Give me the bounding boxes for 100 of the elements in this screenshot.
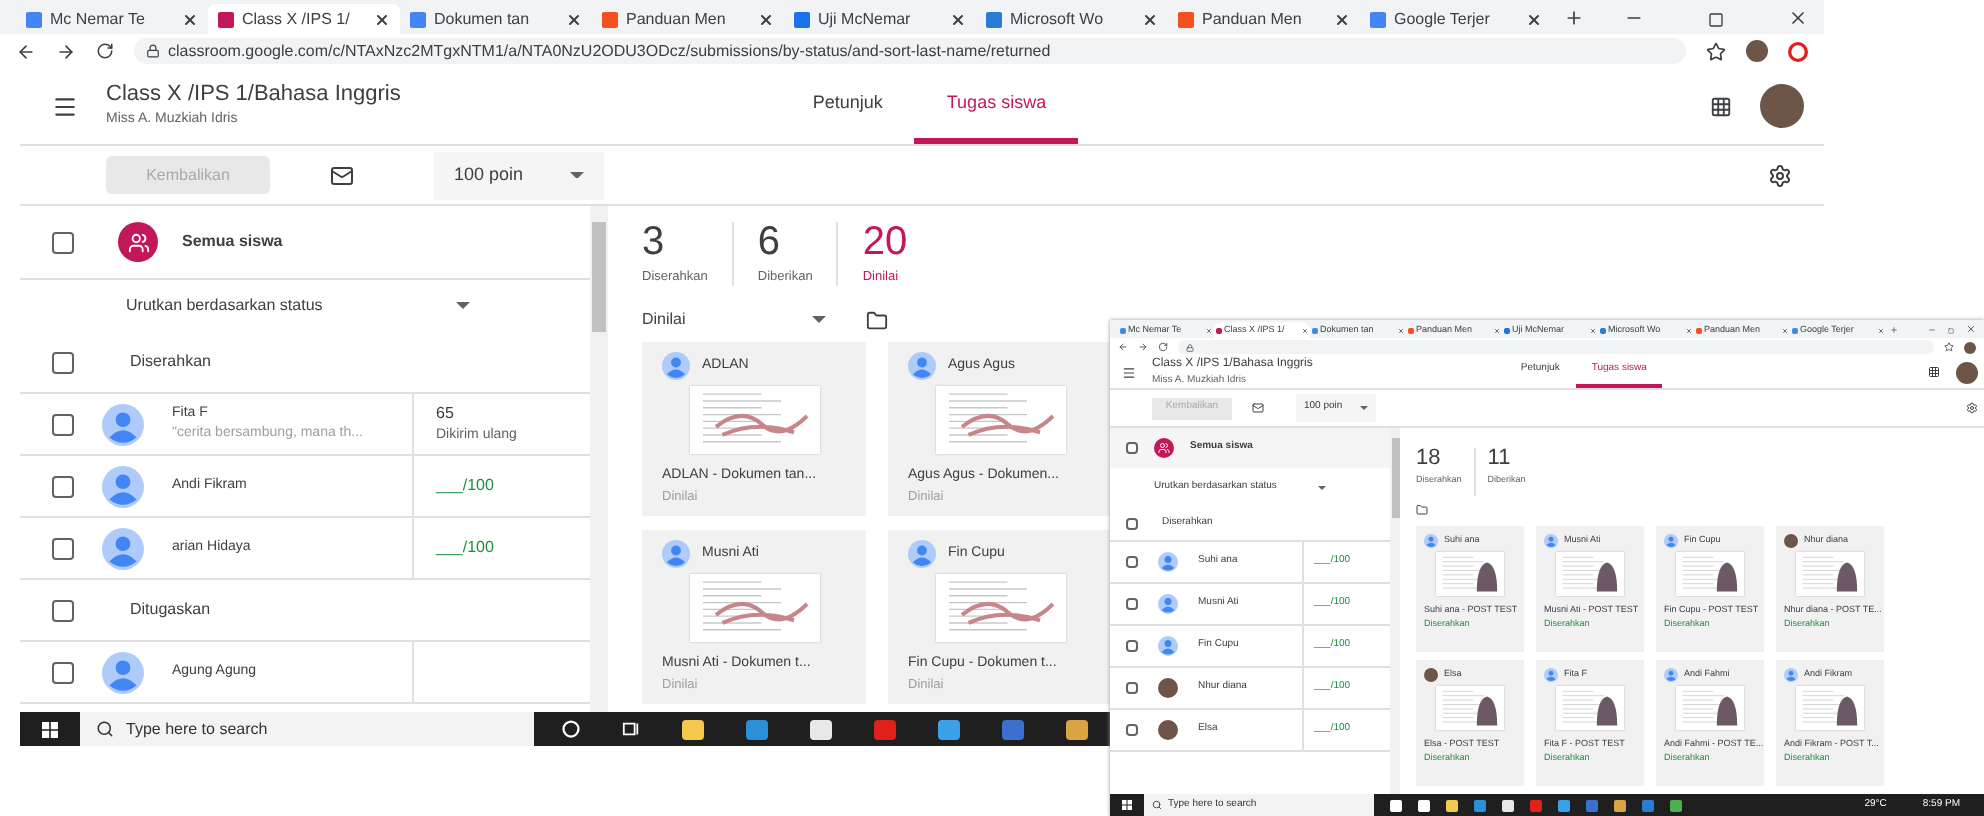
- forward-icon[interactable]: [1138, 342, 1148, 352]
- settings-icon[interactable]: [1768, 163, 1792, 187]
- checkbox[interactable]: [52, 661, 74, 683]
- folder-icon[interactable]: [1416, 504, 1428, 516]
- nav-tab[interactable]: Tugas siswa: [914, 68, 1079, 144]
- taskbar-app-icon[interactable]: [938, 719, 960, 739]
- close-icon[interactable]: [950, 11, 966, 27]
- windows-logo-icon[interactable]: [42, 721, 58, 737]
- avatar-icon: [1158, 552, 1178, 572]
- document-thumbnail: [1796, 552, 1864, 596]
- avatar-icon: [1664, 534, 1678, 548]
- close-icon[interactable]: [1526, 11, 1542, 27]
- profile-avatar[interactable]: [1746, 40, 1768, 62]
- avatar-photo: [1158, 720, 1178, 740]
- grade-value: 65: [436, 401, 456, 426]
- nav-tab[interactable]: Petunjuk: [780, 68, 915, 144]
- menu-icon[interactable]: [52, 93, 78, 119]
- avatar-icon: [102, 651, 144, 693]
- menu-icon[interactable]: [1122, 365, 1136, 379]
- avatar-icon: [1158, 594, 1178, 614]
- checkbox[interactable]: [1126, 640, 1138, 652]
- reload-icon[interactable]: [96, 42, 114, 60]
- points-dropdown[interactable]: 100 poin: [434, 151, 604, 199]
- document-thumbnail: [1436, 552, 1504, 596]
- checkbox[interactable]: [1126, 598, 1138, 610]
- apps-grid-icon[interactable]: [1710, 95, 1732, 117]
- taskbar-app-icon[interactable]: [1558, 799, 1570, 811]
- checkbox[interactable]: [52, 537, 74, 559]
- close-icon[interactable]: [758, 11, 774, 27]
- lock-icon: [1186, 343, 1194, 351]
- class-title: Class X /IPS 1/Bahasa Inggris: [106, 81, 401, 110]
- avatar-photo: [1424, 668, 1438, 682]
- mail-icon[interactable]: [1252, 402, 1264, 414]
- new-tab-icon[interactable]: [1890, 326, 1898, 334]
- opera-icon[interactable]: [1788, 41, 1808, 61]
- avatar-icon: [1664, 668, 1678, 682]
- checkbox[interactable]: [52, 231, 74, 253]
- tab-title: Panduan Men: [1202, 11, 1304, 27]
- maximize-icon[interactable]: [1708, 12, 1724, 28]
- caret-icon[interactable]: [812, 316, 826, 324]
- checkbox[interactable]: [1126, 724, 1138, 736]
- taskbar-app-icon[interactable]: [1614, 799, 1626, 811]
- search-icon: [96, 720, 114, 738]
- close-icon[interactable]: [1142, 11, 1158, 27]
- checkbox[interactable]: [52, 351, 74, 373]
- avatar-photo: [1784, 534, 1798, 548]
- tab-title: Class X /IPS 1/: [242, 11, 352, 27]
- folder-icon[interactable]: [866, 309, 888, 331]
- checkbox[interactable]: [52, 475, 74, 497]
- task-view-icon[interactable]: [622, 720, 640, 738]
- caret-icon[interactable]: [570, 171, 584, 179]
- taskbar-search-field[interactable]: Type here to search: [80, 712, 534, 746]
- apps-grid-icon[interactable]: [1928, 366, 1940, 378]
- status-filter[interactable]: Dinilai: [642, 308, 826, 332]
- avatar-icon: [908, 540, 936, 568]
- taskbar-app-icon[interactable]: [1066, 719, 1088, 739]
- mail-icon[interactable]: [330, 163, 354, 187]
- cortana-icon[interactable]: [562, 720, 580, 738]
- checkbox[interactable]: [1126, 442, 1138, 454]
- avatar-icon: [1544, 534, 1558, 548]
- back-icon[interactable]: [1118, 342, 1128, 352]
- taskbar-app-icon[interactable]: [682, 719, 704, 739]
- taskbar-app-icon[interactable]: [810, 719, 832, 739]
- checkbox[interactable]: [1126, 556, 1138, 568]
- document-thumbnail: [689, 574, 819, 642]
- caret-icon[interactable]: [1318, 486, 1326, 490]
- grade-field[interactable]: ___/100: [436, 474, 494, 498]
- grade-field[interactable]: ___/100: [436, 536, 494, 560]
- checkbox[interactable]: [52, 413, 74, 435]
- close-icon[interactable]: [374, 11, 390, 27]
- new-tab-icon[interactable]: [1564, 8, 1584, 28]
- close-icon[interactable]: [1334, 11, 1350, 27]
- address-bar[interactable]: classroom.google.com/c/NTAxNzc2MTgxNTM1/a/NTA0NzU2ODU3ODcz/submissions/by-status/and-sort-last-name/returned: [134, 38, 1686, 64]
- reload-icon[interactable]: [1158, 342, 1168, 352]
- close-icon[interactable]: [566, 11, 582, 27]
- taskbar-app-icon[interactable]: [1502, 799, 1514, 811]
- checkbox[interactable]: [1126, 682, 1138, 694]
- checkbox[interactable]: [1126, 518, 1138, 530]
- taskbar-app-icon[interactable]: [1418, 799, 1430, 811]
- back-icon[interactable]: [16, 41, 36, 61]
- bookmark-star-icon[interactable]: [1706, 41, 1726, 61]
- caret-icon[interactable]: [1360, 406, 1368, 410]
- profile-photo[interactable]: [1760, 84, 1804, 128]
- taskbar-app-icon[interactable]: [1670, 799, 1682, 811]
- close-icon[interactable]: [182, 11, 198, 27]
- taskbar-app-icon[interactable]: [1390, 799, 1402, 811]
- windows-logo-icon[interactable]: [1122, 800, 1132, 810]
- checkbox[interactable]: [52, 599, 74, 621]
- profile-avatar[interactable]: [1964, 341, 1976, 353]
- settings-icon[interactable]: [1966, 402, 1978, 414]
- close-icon[interactable]: [1788, 8, 1808, 28]
- avatar-icon: [908, 352, 936, 380]
- profile-photo[interactable]: [1956, 361, 1978, 383]
- taskbar-app-icon[interactable]: [1446, 799, 1458, 811]
- sort-dropdown[interactable]: Urutkan berdasarkan status: [20, 280, 590, 332]
- tab-title: Mc Nemar Te: [50, 11, 147, 27]
- caret-icon[interactable]: [456, 302, 470, 310]
- bookmark-star-icon[interactable]: [1944, 342, 1954, 352]
- forward-icon[interactable]: [56, 41, 76, 61]
- browser-tab[interactable]: Class X /IPS 1/: [208, 4, 400, 34]
